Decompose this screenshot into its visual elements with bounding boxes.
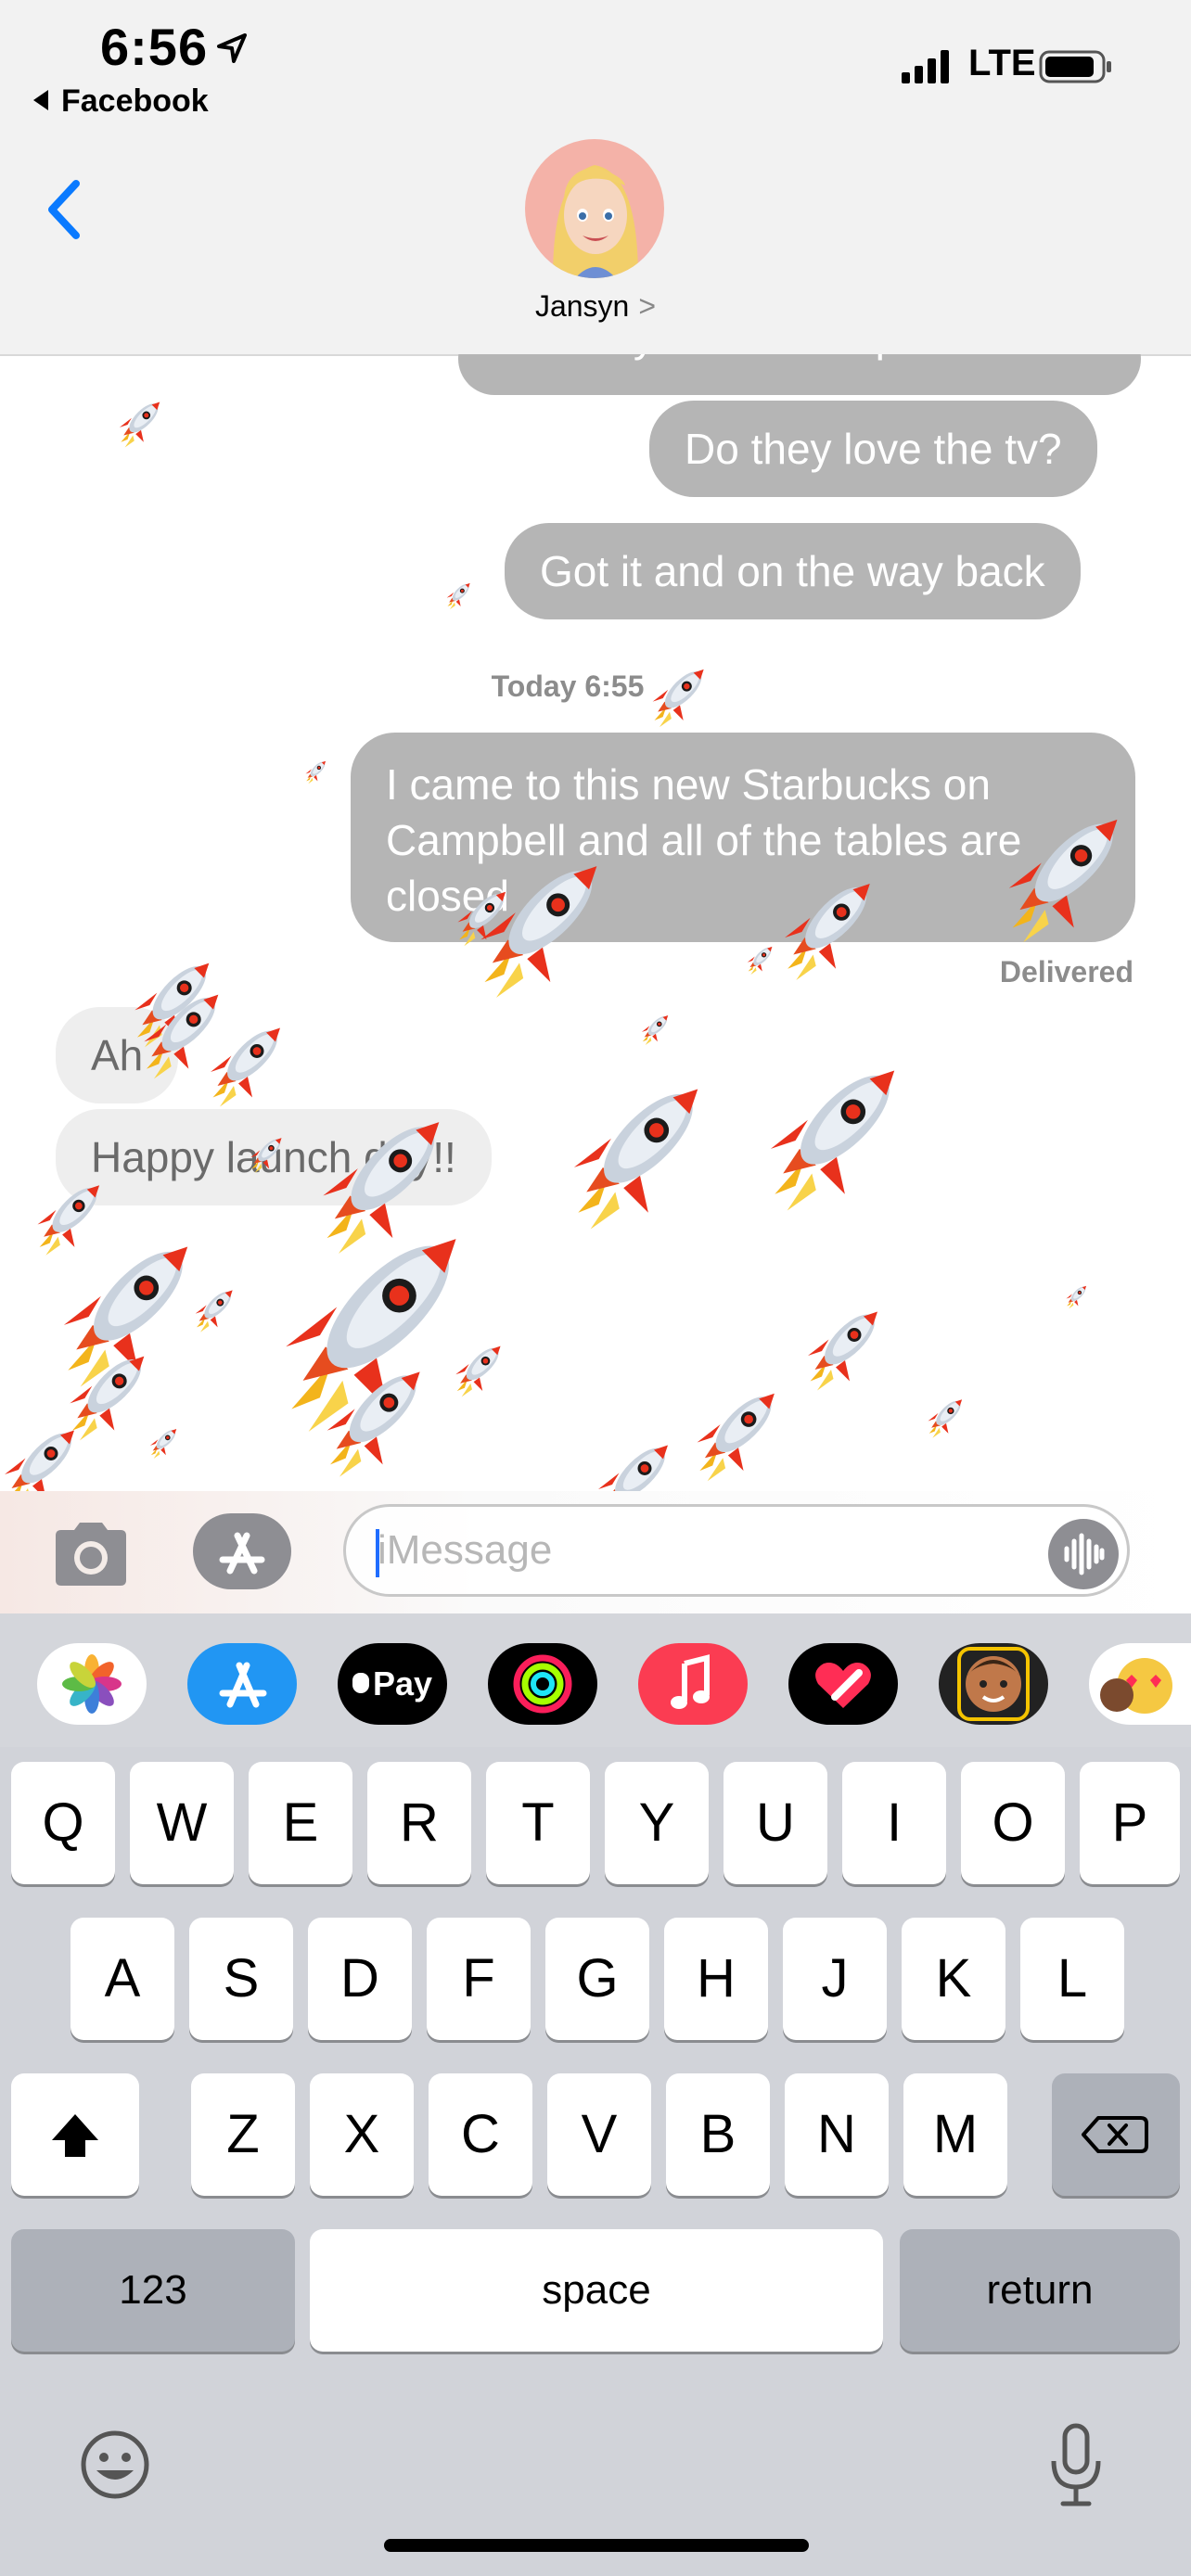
key-y[interactable]: Y — [605, 1762, 709, 1884]
digital-touch-icon[interactable] — [788, 1643, 898, 1725]
network-type: LTE — [968, 43, 1036, 83]
app-store-button[interactable] — [193, 1513, 291, 1589]
apple-pay-icon[interactable]: Pay — [338, 1643, 447, 1725]
key-t[interactable]: T — [486, 1762, 590, 1884]
rocket-effect-icon — [652, 668, 708, 728]
key-c[interactable]: C — [429, 2073, 532, 2196]
memoji-app-icon[interactable] — [939, 1643, 1048, 1725]
key-k[interactable]: K — [902, 1918, 1005, 2040]
apple-pay-label: Pay — [372, 1664, 433, 1702]
chevron-right-icon: > — [638, 289, 657, 323]
rocket-effect-icon — [573, 1085, 707, 1230]
message-text-line: Campbell and all of the tables are — [386, 816, 1022, 864]
key-a[interactable]: A — [70, 1918, 174, 2040]
home-indicator[interactable] — [384, 2539, 809, 2552]
key-h[interactable]: H — [664, 1918, 768, 2040]
key-x[interactable]: X — [310, 2073, 414, 2196]
rocket-effect-icon — [1008, 816, 1125, 943]
location-arrow-icon — [217, 33, 247, 63]
rocket-effect-icon — [250, 1137, 284, 1173]
rocket-effect-icon — [327, 1369, 427, 1477]
delivery-status: Delivered — [999, 955, 1133, 988]
rocket-effect-icon — [149, 1428, 179, 1460]
key-j[interactable]: J — [783, 1918, 887, 2040]
outgoing-message[interactable]: Got it and on the way back — [505, 523, 1081, 619]
delete-key[interactable] — [1052, 2073, 1180, 2196]
app-store-app-icon[interactable] — [187, 1643, 297, 1725]
key-r[interactable]: R — [367, 1762, 471, 1884]
rocket-effect-icon — [119, 401, 163, 448]
key-n[interactable]: N — [785, 2073, 889, 2196]
rocket-effect-icon — [195, 1289, 236, 1333]
app-store-icon — [219, 1532, 265, 1575]
rocket-effect-icon — [446, 582, 472, 610]
contact-name-label: Jansyn — [534, 289, 630, 323]
rocket-effect-icon — [770, 1066, 903, 1211]
message-text-line: I came to this new Starbucks on — [386, 760, 991, 809]
key-u[interactable]: U — [724, 1762, 827, 1884]
microphone-icon[interactable] — [1046, 2420, 1106, 2509]
rocket-effect-icon — [211, 1026, 286, 1107]
back-triangle-icon — [33, 90, 48, 111]
battery-icon — [1039, 50, 1111, 83]
outgoing-message[interactable]: Do they love the tv? — [649, 401, 1097, 497]
rocket-effect-icon — [808, 1309, 883, 1391]
key-e[interactable]: E — [249, 1762, 352, 1884]
contact-name[interactable]: Jansyn > — [0, 289, 1191, 324]
emoji-icon[interactable] — [78, 2428, 152, 2502]
status-time: 6:56 — [100, 18, 209, 76]
music-app-icon[interactable] — [638, 1643, 748, 1725]
key-v[interactable]: V — [547, 2073, 651, 2196]
rocket-effect-icon — [1066, 1285, 1088, 1309]
message-input-placeholder: iMessage — [378, 1527, 553, 1573]
key-d[interactable]: D — [308, 1918, 412, 2040]
numbers-key[interactable]: 123 — [11, 2229, 295, 2352]
rocket-effect-icon — [455, 1345, 505, 1397]
key-g[interactable]: G — [545, 1918, 649, 2040]
shift-key[interactable] — [11, 2073, 139, 2196]
key-m[interactable]: M — [903, 2073, 1007, 2196]
key-o[interactable]: O — [961, 1762, 1065, 1884]
activity-app-icon[interactable] — [488, 1643, 597, 1725]
rocket-effect-icon — [457, 890, 509, 947]
rocket-effect-icon — [305, 760, 327, 784]
apple-logo-icon — [352, 1673, 369, 1694]
camera-icon[interactable] — [48, 1519, 134, 1589]
message-timestamp: Today 6:55 — [491, 670, 645, 703]
back-chevron-icon[interactable] — [37, 174, 93, 245]
photos-app-icon[interactable] — [37, 1643, 147, 1725]
audio-message-button[interactable] — [1048, 1519, 1119, 1589]
space-key[interactable]: space — [310, 2229, 883, 2352]
cellular-signal-icon — [902, 50, 949, 83]
message-text: Got it and on the way back — [540, 547, 1045, 595]
memoji-avatar-icon — [553, 165, 638, 278]
contact-avatar[interactable] — [525, 139, 664, 278]
waveform-icon — [1064, 1533, 1105, 1575]
key-i[interactable]: I — [842, 1762, 946, 1884]
memoji-stickers-icon[interactable] — [1089, 1643, 1191, 1725]
rocket-effect-icon — [697, 1391, 780, 1482]
key-f[interactable]: F — [427, 1918, 531, 2040]
key-b[interactable]: B — [666, 2073, 770, 2196]
rocket-effect-icon — [747, 946, 775, 976]
key-q[interactable]: Q — [11, 1762, 115, 1884]
rocket-effect-icon — [641, 1014, 671, 1046]
key-z[interactable]: Z — [191, 2073, 295, 2196]
rocket-effect-icon — [928, 1398, 965, 1438]
key-s[interactable]: S — [189, 1918, 293, 2040]
back-app-label: Facebook — [61, 83, 209, 119]
backspace-icon — [1082, 2116, 1148, 2153]
return-key[interactable]: return — [900, 2229, 1180, 2352]
rocket-effect-icon — [785, 881, 877, 980]
text-caret — [376, 1529, 379, 1577]
back-to-app-link[interactable]: Facebook — [33, 83, 209, 120]
message-text: Do they love the tv? — [685, 425, 1062, 473]
message-input[interactable]: iMessage — [343, 1504, 1130, 1597]
shift-arrow-icon — [52, 2114, 98, 2157]
key-w[interactable]: W — [130, 1762, 234, 1884]
key-l[interactable]: L — [1020, 1918, 1124, 2040]
key-p[interactable]: P — [1080, 1762, 1180, 1884]
